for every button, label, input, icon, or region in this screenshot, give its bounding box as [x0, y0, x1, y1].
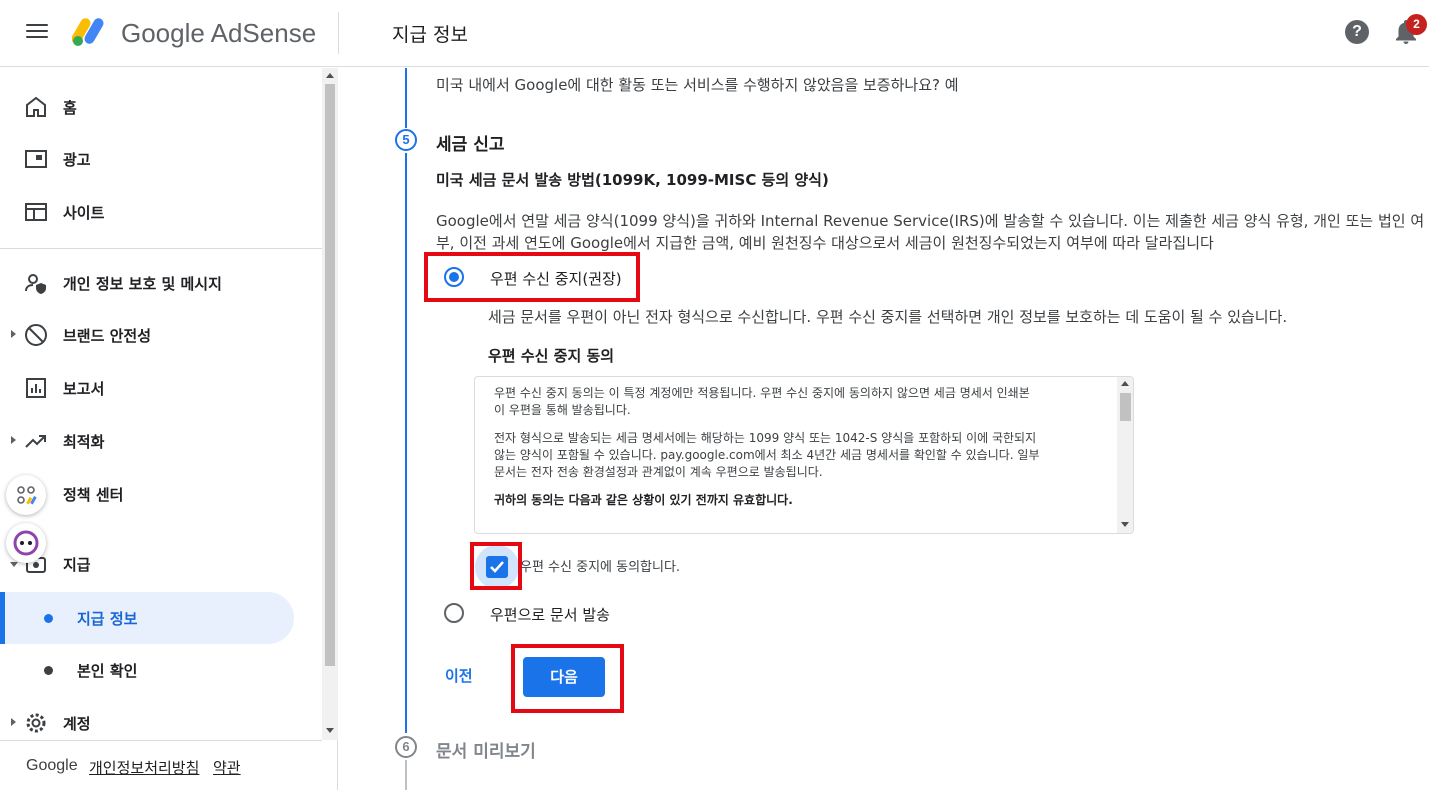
sites-icon: [25, 203, 47, 221]
sidebar-item-privacy[interactable]: 개인 정보 보호 및 메시지: [0, 257, 322, 309]
sidebar-subitem-label: 본인 확인: [77, 662, 138, 680]
mail-radio[interactable]: [444, 603, 464, 623]
step-6-title: 문서 미리보기: [436, 742, 536, 762]
sidebar-subitem-payment-info[interactable]: 지급 정보: [0, 592, 294, 644]
agreement-scroll-box[interactable]: 우편 수신 중지 동의는 이 특정 계정에만 적용됩니다. 우편 수신 중지에 …: [474, 376, 1134, 534]
prev-button[interactable]: 이전: [445, 665, 473, 686]
section-heading: 미국 세금 문서 발송 방법(1099K, 1099-MISC 등의 양식): [436, 171, 829, 189]
sidebar: 홈 광고 사이트 개인 정보 보호 및 메시지 브랜드 안전성 보고서 최적화 …: [0, 68, 338, 790]
expand-caret-icon: [11, 436, 16, 444]
footer-google-logo: Google: [26, 757, 78, 774]
agreement-para1-line1: 우편 수신 중지 동의는 이 특정 계정에만 적용됩니다. 우편 수신 중지에 …: [494, 386, 1030, 400]
highlight-box: [470, 542, 522, 590]
help-icon[interactable]: ?: [1345, 20, 1369, 44]
sidebar-scrollbar[interactable]: [322, 68, 338, 740]
agreement-para2-line1: 전자 형식으로 발송되는 세금 명세서에는 해당하는 1099 양식 또는 10…: [494, 431, 1037, 445]
step-connector-line: [405, 760, 407, 790]
sidebar-item-policy[interactable]: 정책 센터: [0, 468, 322, 520]
sidebar-item-label: 최적화: [63, 433, 105, 451]
agreement-heading: 우편 수신 중지 동의: [488, 347, 615, 365]
topbar-divider: [338, 12, 339, 54]
agreement-para3: 귀하의 동의는 다음과 같은 상황이 있기 전까지 유효합니다.: [494, 493, 793, 507]
sidebar-item-label: 보고서: [63, 380, 105, 398]
sidebar-divider: [0, 248, 322, 249]
expand-caret-icon: [11, 330, 16, 338]
scrollbar-thumb[interactable]: [1120, 393, 1131, 421]
sidebar-item-home[interactable]: 홈: [0, 81, 322, 133]
step-connector-line: [405, 153, 407, 733]
sidebar-item-label: 지급: [63, 556, 91, 574]
agreement-text: 우편 수신 중지 동의는 이 특정 계정에만 적용됩니다. 우편 수신 중지에 …: [494, 385, 1104, 520]
brand-name: Google AdSense: [121, 18, 317, 48]
sidebar-item-label: 계정: [63, 715, 91, 733]
description-line-2: 부, 이전 과세 연도에 Google에서 지급한 금액, 예비 원천징수 대상…: [436, 234, 1214, 252]
sidebar-item-label: 정책 센터: [63, 486, 124, 504]
sidebar-item-label: 사이트: [63, 204, 105, 222]
floating-assistant-button[interactable]: [6, 523, 46, 563]
block-icon: [25, 324, 47, 346]
bullet-dot: [44, 614, 53, 623]
terms-link[interactable]: 약관: [213, 757, 241, 778]
main-content: 미국 내에서 Google에 대한 활동 또는 서비스를 수행하지 않았음을 보…: [339, 68, 1429, 790]
agreement-scrollbar[interactable]: [1117, 377, 1133, 533]
privacy-policy-link[interactable]: 개인정보처리방침: [89, 757, 199, 778]
previous-answer-text: 미국 내에서 Google에 대한 활동 또는 서비스를 수행하지 않았음을 보…: [436, 76, 959, 94]
adsense-logo: [72, 18, 104, 46]
step-6-badge: 6: [395, 736, 417, 758]
optout-description: 세금 문서를 우편이 아닌 전자 형식으로 수신합니다. 우편 수신 중지를 선…: [488, 308, 1288, 326]
gear-icon: [26, 713, 46, 733]
expand-caret-icon: [11, 718, 16, 726]
sidebar-item-label: 광고: [63, 151, 91, 169]
reports-icon: [26, 378, 46, 398]
floating-extension-button[interactable]: [6, 475, 46, 515]
optout-radio[interactable]: [444, 267, 464, 287]
scroll-down-arrow-icon[interactable]: [326, 728, 334, 733]
agree-checkbox-label: 우편 수신 중지에 동의합니다.: [520, 560, 681, 575]
page-title: 지급 정보: [392, 24, 468, 46]
sidebar-subitem-identity[interactable]: 본인 확인: [0, 644, 294, 696]
hamburger-menu-icon[interactable]: [24, 20, 50, 46]
description-line-1: Google에서 연말 세금 양식(1099 양식)을 귀하와 Internal…: [436, 212, 1425, 230]
sidebar-item-payments[interactable]: 지급: [0, 538, 322, 590]
sidebar-footer: Google 개인정보처리방침 약관: [0, 740, 322, 790]
scroll-up-arrow-icon[interactable]: [326, 73, 334, 78]
highlight-box: [511, 644, 624, 713]
step-5-badge: 5: [395, 129, 417, 151]
optout-radio-label: 우편 수신 중지(권장): [490, 270, 622, 288]
mail-radio-label: 우편으로 문서 발송: [490, 606, 610, 624]
privacy-icon: [25, 274, 46, 294]
bullet-dot: [44, 666, 53, 675]
sidebar-item-sites[interactable]: 사이트: [0, 186, 322, 238]
sidebar-item-reports[interactable]: 보고서: [0, 362, 322, 414]
ads-icon: [25, 150, 47, 168]
apps-grid-icon: [17, 486, 37, 505]
step-connector-line: [405, 68, 407, 128]
trending-up-icon: [25, 435, 46, 448]
scroll-up-arrow-icon[interactable]: [1121, 381, 1129, 386]
agreement-para2-line3: 문서는 전자 전송 환경설정과 관계없이 계속 우편으로 발송됩니다.: [494, 465, 823, 479]
scrollbar-thumb[interactable]: [325, 84, 335, 666]
step-5-title: 세금 신고: [436, 135, 505, 155]
scroll-down-arrow-icon[interactable]: [1121, 522, 1129, 527]
top-app-bar: Google AdSense 지급 정보 ? 2: [0, 0, 1429, 67]
sidebar-item-label: 개인 정보 보호 및 메시지: [63, 275, 222, 293]
agreement-para2-line2: 않는 양식이 포함될 수 있습니다. pay.google.com에서 최소 4…: [494, 448, 1040, 462]
notification-badge: 2: [1406, 14, 1427, 35]
sidebar-item-label: 브랜드 안전성: [63, 327, 152, 345]
sidebar-item-label: 홈: [63, 99, 77, 117]
sidebar-item-optimization[interactable]: 최적화: [0, 415, 322, 467]
assistant-face-icon: [13, 530, 39, 556]
sidebar-item-brand-safety[interactable]: 브랜드 안전성: [0, 309, 322, 361]
sidebar-item-ads[interactable]: 광고: [0, 133, 322, 185]
sidebar-subitem-label: 지급 정보: [77, 610, 138, 628]
agreement-para1-line2: 이 우편을 통해 발송됩니다.: [494, 403, 631, 417]
home-icon: [26, 96, 46, 117]
